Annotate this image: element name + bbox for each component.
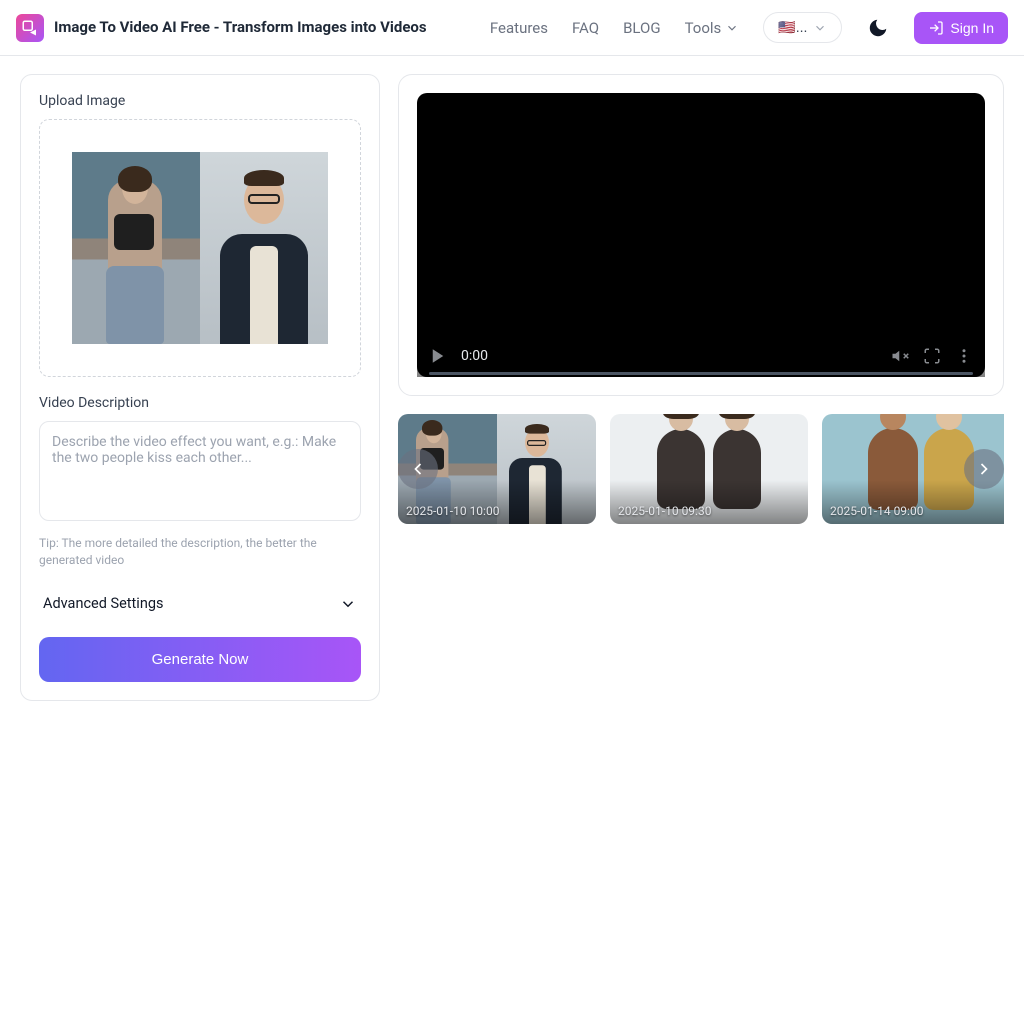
language-selector[interactable]: 🇺🇸...	[763, 12, 842, 43]
description-tip: Tip: The more detailed the description, …	[39, 535, 361, 569]
mute-button[interactable]	[891, 347, 909, 365]
nav-blog[interactable]: BLOG	[623, 19, 661, 37]
history-thumb[interactable]: 2025-01-10 09:30	[610, 414, 808, 524]
nav-features[interactable]: Features	[490, 19, 548, 37]
signin-button[interactable]: Sign In	[914, 12, 1008, 44]
carousel-prev-button[interactable]	[398, 449, 438, 489]
app-logo	[16, 14, 44, 42]
chevron-down-icon	[813, 21, 827, 35]
advanced-settings-toggle[interactable]: Advanced Settings	[39, 585, 361, 623]
history-thumbnails: 2025-01-10 10:00 2025-01-10 09:30 2025-0…	[398, 414, 1004, 524]
description-label: Video Description	[39, 395, 361, 411]
carousel-next-button[interactable]	[964, 449, 1004, 489]
video-card: 0:00	[398, 74, 1004, 396]
nav-tools[interactable]: Tools	[685, 19, 740, 37]
header: Image To Video AI Free - Transform Image…	[0, 0, 1024, 56]
upload-dropzone[interactable]	[39, 119, 361, 377]
play-button[interactable]	[429, 347, 447, 365]
chevron-left-icon	[408, 459, 428, 479]
signin-label: Sign In	[950, 20, 994, 36]
language-label: 🇺🇸...	[778, 19, 807, 36]
theme-toggle[interactable]	[866, 16, 890, 40]
thumb-timestamp: 2025-01-14 09:00	[830, 504, 923, 518]
left-panel: Upload Image Video Description Tip: The …	[20, 74, 380, 701]
nav: Features FAQ BLOG Tools 🇺🇸... Sign In	[490, 12, 1008, 44]
page-title: Image To Video AI Free - Transform Image…	[54, 18, 427, 38]
chevron-down-icon	[339, 595, 357, 613]
login-icon	[928, 20, 944, 36]
description-input[interactable]	[39, 421, 361, 521]
thumb-timestamp: 2025-01-10 09:30	[618, 504, 711, 518]
more-button[interactable]	[955, 347, 973, 365]
right-panel: 0:00	[398, 74, 1004, 701]
video-player[interactable]: 0:00	[417, 93, 985, 377]
advanced-settings-label: Advanced Settings	[43, 595, 163, 612]
video-controls: 0:00	[417, 335, 985, 377]
video-progress[interactable]	[429, 372, 973, 375]
moon-icon	[867, 17, 889, 39]
fullscreen-button[interactable]	[923, 347, 941, 365]
fullscreen-icon	[923, 347, 941, 365]
nav-tools-label: Tools	[685, 19, 722, 37]
main: Upload Image Video Description Tip: The …	[0, 56, 1024, 719]
play-icon	[429, 347, 447, 365]
chevron-right-icon	[974, 459, 994, 479]
nav-faq[interactable]: FAQ	[572, 19, 599, 37]
thumb-timestamp: 2025-01-10 10:00	[406, 504, 499, 518]
generate-button[interactable]: Generate Now	[39, 637, 361, 682]
more-vertical-icon	[955, 347, 973, 365]
upload-label: Upload Image	[39, 93, 361, 109]
chevron-down-icon	[725, 21, 739, 35]
upload-preview-image	[72, 152, 328, 344]
volume-icon	[891, 347, 909, 365]
video-time: 0:00	[461, 348, 488, 364]
